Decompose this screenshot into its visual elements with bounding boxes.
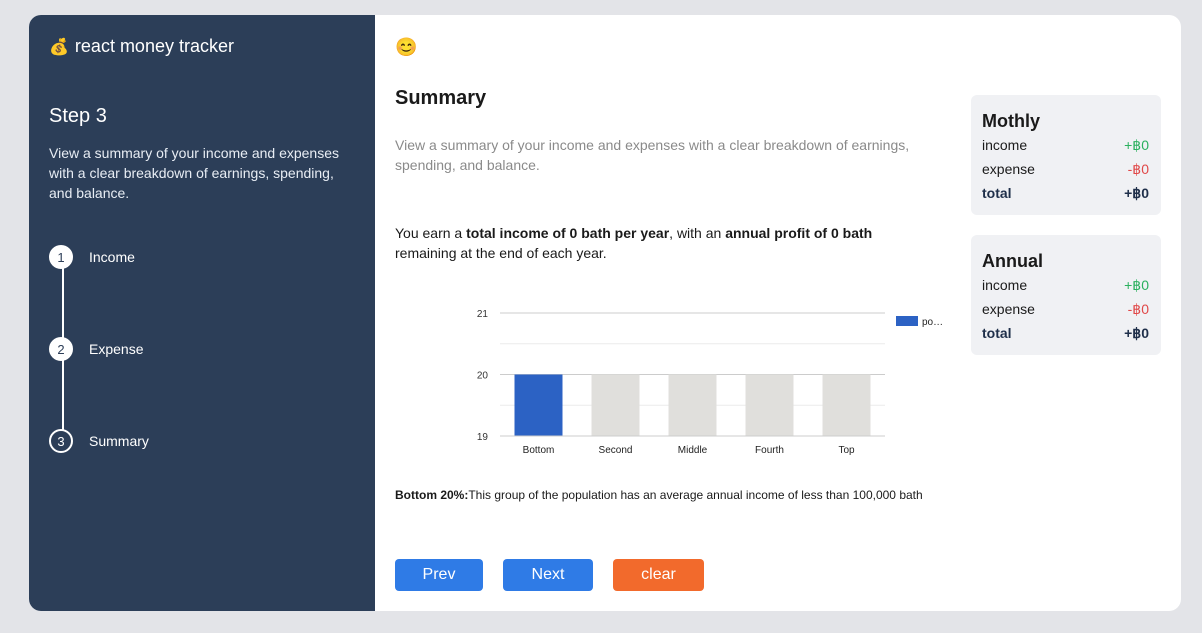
step-title: Step 3 bbox=[49, 105, 107, 127]
x-tick-label: Second bbox=[599, 445, 633, 456]
x-tick-label: Middle bbox=[678, 445, 708, 456]
x-tick-label: Bottom bbox=[523, 445, 555, 456]
step-label: Expense bbox=[89, 341, 144, 357]
expense-row: expense -฿0 bbox=[982, 161, 1149, 178]
prev-button[interactable]: Prev bbox=[395, 559, 483, 591]
step-income[interactable]: 1 Income bbox=[49, 245, 135, 269]
annual-card: Annual income +฿0 expense -฿0 total +฿0 bbox=[971, 235, 1161, 355]
income-value: +฿0 bbox=[1124, 277, 1149, 293]
expense-value: -฿0 bbox=[1127, 161, 1149, 177]
earn-income: total income of 0 bath per year bbox=[466, 225, 670, 241]
income-label: income bbox=[982, 137, 1028, 153]
step-number: 2 bbox=[49, 337, 73, 361]
page-description: View a summary of your income and expens… bbox=[395, 137, 910, 173]
bar-top bbox=[822, 374, 871, 436]
expense-value: -฿0 bbox=[1127, 301, 1149, 317]
earn-suffix: remaining at the end of each year. bbox=[395, 245, 607, 261]
step-summary[interactable]: 3 Summary bbox=[49, 429, 149, 453]
app-brand: 💰 react money tracker bbox=[49, 36, 234, 57]
legend-label: po… bbox=[922, 317, 943, 328]
x-tick-label: Fourth bbox=[755, 445, 784, 456]
next-button[interactable]: Next bbox=[503, 559, 593, 591]
page-title: Summary bbox=[395, 87, 487, 109]
earn-middle: , with an bbox=[669, 225, 726, 241]
legend-swatch bbox=[896, 316, 918, 326]
group-text: This group of the population has an aver… bbox=[468, 488, 923, 502]
clear-button[interactable]: clear bbox=[613, 559, 704, 591]
income-row: income +฿0 bbox=[982, 137, 1149, 154]
group-label: Bottom 20%: bbox=[395, 488, 469, 502]
income-label: income bbox=[982, 277, 1028, 293]
y-tick-label: 21 bbox=[477, 309, 489, 320]
monthly-card: Mothly income +฿0 expense -฿0 total +฿0 bbox=[971, 95, 1161, 215]
step-description: View a summary of your income and expens… bbox=[49, 145, 339, 201]
y-tick-label: 20 bbox=[477, 371, 489, 382]
total-label: total bbox=[982, 325, 1012, 341]
step-number: 3 bbox=[49, 429, 73, 453]
total-row: total +฿0 bbox=[982, 325, 1149, 342]
total-row: total +฿0 bbox=[982, 185, 1149, 202]
step-label: Income bbox=[89, 249, 135, 265]
total-value: +฿0 bbox=[1124, 185, 1149, 201]
money-bag-icon: 💰 bbox=[49, 38, 69, 56]
app-name: react money tracker bbox=[74, 36, 234, 56]
main-content: 😊 Summary View a summary of your income … bbox=[395, 15, 1181, 611]
x-tick-label: Top bbox=[838, 445, 855, 456]
expense-row: expense -฿0 bbox=[982, 301, 1149, 318]
total-value: +฿0 bbox=[1124, 325, 1149, 341]
smile-emoji-icon: 😊 bbox=[395, 37, 418, 57]
bar-bottom bbox=[514, 374, 563, 436]
bar-second bbox=[591, 374, 640, 436]
step-label: Summary bbox=[89, 433, 149, 449]
step-number: 1 bbox=[49, 245, 73, 269]
group-note: Bottom 20%:This group of the population … bbox=[395, 487, 935, 503]
income-value: +฿0 bbox=[1124, 137, 1149, 153]
earn-summary: You earn a total income of 0 bath per ye… bbox=[395, 223, 915, 263]
card-title: Mothly bbox=[982, 111, 1040, 131]
expense-label: expense bbox=[982, 161, 1035, 177]
card-title: Annual bbox=[982, 251, 1043, 271]
total-label: total bbox=[982, 185, 1012, 201]
earn-profit: annual profit of 0 bath bbox=[725, 225, 873, 241]
income-row: income +฿0 bbox=[982, 277, 1149, 294]
earn-prefix: You earn a bbox=[395, 225, 467, 241]
income-bar-chart: 19 20 21 Bottom Second Middle Fourth Top po… bbox=[477, 309, 943, 456]
y-tick-label: 19 bbox=[477, 432, 489, 443]
bar-middle bbox=[668, 374, 717, 436]
bar-fourth bbox=[745, 374, 794, 436]
step-expense[interactable]: 2 Expense bbox=[49, 337, 143, 361]
expense-label: expense bbox=[982, 301, 1035, 317]
app-window: 💰 react money tracker Step 3 View a summ… bbox=[29, 15, 1181, 611]
sidebar: 💰 react money tracker Step 3 View a summ… bbox=[29, 15, 375, 611]
